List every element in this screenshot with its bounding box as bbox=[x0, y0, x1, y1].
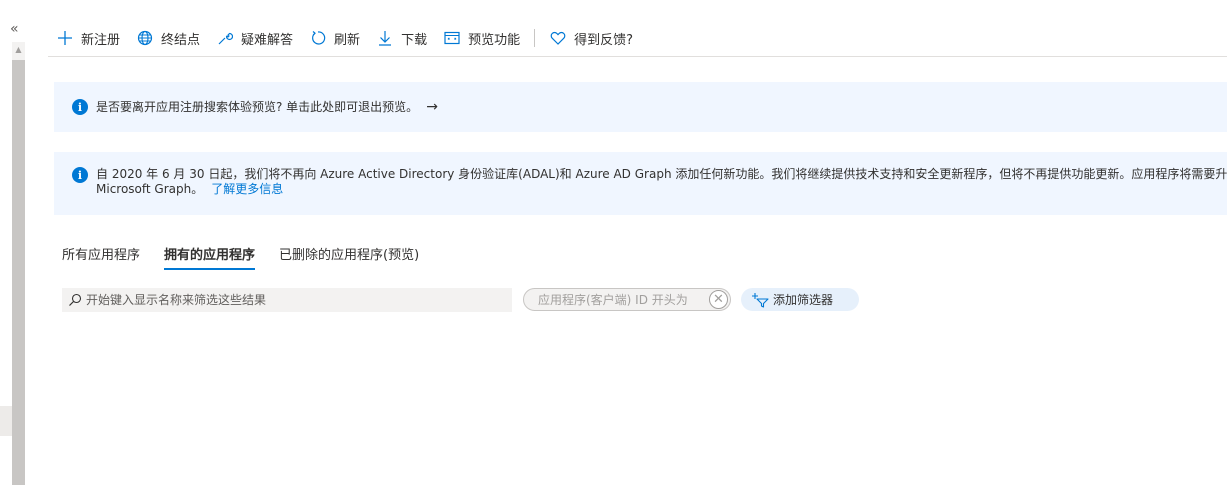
app-id-filter-pill[interactable]: 应用程序(客户端) ID 开头为 ✕ bbox=[523, 288, 731, 311]
download-icon bbox=[376, 29, 394, 47]
command-bar: 新注册 终结点 疑难解答 刷新 下载 预览功能 得到反馈? bbox=[48, 20, 1227, 57]
new-registration-button[interactable]: 新注册 bbox=[48, 20, 128, 56]
app-id-filter-label: 应用程序(客户端) ID 开头为 bbox=[538, 293, 688, 307]
globe-icon bbox=[136, 29, 154, 47]
preview-features-label: 预览功能 bbox=[468, 32, 521, 48]
preview-exit-banner[interactable]: i 是否要离开应用注册搜索体验预览? 单击此处即可退出预览。 → bbox=[54, 82, 1227, 132]
new-registration-label: 新注册 bbox=[81, 32, 121, 48]
toolbar-divider bbox=[534, 29, 536, 47]
tab-all-applications[interactable]: 所有应用程序 bbox=[62, 240, 140, 270]
adal-deprecation-banner: i 自 2020 年 6 月 30 日起，我们将不再向 Azure Active… bbox=[54, 152, 1227, 215]
endpoints-label: 终结点 bbox=[161, 32, 201, 48]
adal-notice-line2-text: Microsoft Graph。 bbox=[96, 182, 204, 196]
arrow-right-icon[interactable]: → bbox=[426, 99, 438, 115]
preview-features-button[interactable]: 预览功能 bbox=[435, 20, 528, 56]
refresh-label: 刷新 bbox=[334, 32, 361, 48]
scrollbar-thumb[interactable] bbox=[12, 60, 25, 485]
left-panel-edge bbox=[0, 406, 12, 436]
learn-more-link[interactable]: 了解更多信息 bbox=[211, 182, 283, 196]
troubleshooting-label: 疑难解答 bbox=[241, 32, 294, 48]
refresh-icon bbox=[309, 29, 327, 47]
collapse-icon[interactable]: « bbox=[10, 22, 19, 36]
app-tabs: 所有应用程序 拥有的应用程序 已删除的应用程序(预览) bbox=[62, 240, 443, 270]
search-input[interactable] bbox=[86, 293, 506, 307]
endpoints-button[interactable]: 终结点 bbox=[128, 20, 208, 56]
close-icon[interactable]: ✕ bbox=[709, 290, 728, 309]
tab-deleted-applications[interactable]: 已删除的应用程序(预览) bbox=[279, 240, 419, 270]
add-filter-button[interactable]: 添加筛选器 bbox=[741, 288, 859, 311]
info-icon: i bbox=[72, 99, 88, 115]
download-button[interactable]: 下载 bbox=[368, 20, 435, 56]
tab-owned-applications[interactable]: 拥有的应用程序 bbox=[164, 240, 256, 270]
add-filter-icon bbox=[752, 292, 769, 308]
refresh-button[interactable]: 刷新 bbox=[301, 20, 368, 56]
feedback-button[interactable]: 得到反馈? bbox=[541, 20, 641, 56]
info-icon: i bbox=[72, 167, 88, 183]
troubleshooting-button[interactable]: 疑难解答 bbox=[208, 20, 301, 56]
preview-exit-text: 是否要离开应用注册搜索体验预览? 单击此处即可退出预览。 bbox=[96, 99, 419, 114]
left-gutter: « ▲ bbox=[0, 0, 28, 485]
wrench-icon bbox=[216, 29, 234, 47]
adal-notice-text: 自 2020 年 6 月 30 日起，我们将不再向 Azure Active D… bbox=[96, 167, 1227, 197]
search-box[interactable] bbox=[62, 288, 512, 312]
preview-icon bbox=[443, 29, 461, 47]
search-icon bbox=[68, 293, 82, 307]
add-filter-label: 添加筛选器 bbox=[773, 293, 834, 307]
adal-notice-line1: 自 2020 年 6 月 30 日起，我们将不再向 Azure Active D… bbox=[96, 167, 1227, 181]
heart-icon bbox=[549, 29, 567, 47]
adal-notice-line2: Microsoft Graph。 了解更多信息 bbox=[96, 182, 1227, 197]
feedback-label: 得到反馈? bbox=[574, 32, 633, 48]
plus-icon bbox=[56, 29, 74, 47]
download-label: 下载 bbox=[401, 32, 428, 48]
scroll-up-icon[interactable]: ▲ bbox=[12, 42, 25, 58]
